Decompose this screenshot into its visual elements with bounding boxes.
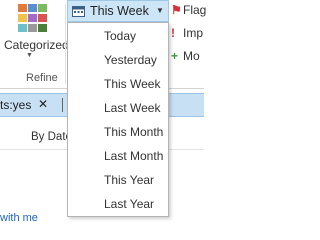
search-divider — [62, 98, 63, 112]
menu-item-label: This Year — [104, 173, 155, 187]
menu-item-label: Today — [104, 29, 137, 43]
menu-item-label: This Month — [104, 125, 164, 139]
chevron-down-icon: ▼ — [156, 6, 164, 15]
menu-item-label: Last Week — [104, 101, 161, 115]
more-button[interactable]: + Mo — [171, 49, 200, 65]
menu-item-this-year[interactable]: This Year — [68, 168, 168, 192]
menu-item-label: This Week — [104, 77, 161, 91]
plus-icon: + — [171, 49, 179, 63]
more-label: Mo — [183, 49, 200, 63]
categorized-dropdown-arrow-icon[interactable]: ▼ — [26, 52, 33, 59]
menu-item-label: Yesterday — [104, 53, 157, 67]
calendar-icon — [72, 6, 85, 17]
this-week-dropdown-button[interactable]: This Week ▼ — [67, 0, 169, 22]
search-input[interactable]: ts:yes — [0, 98, 31, 112]
menu-item-this-week[interactable]: This Week — [68, 72, 168, 96]
sort-by-date-header[interactable]: By Date — [31, 131, 72, 143]
menu-item-yesterday[interactable]: Yesterday — [68, 48, 168, 72]
menu-item-last-week[interactable]: Last Week — [68, 96, 168, 120]
important-label: Imp — [183, 26, 204, 40]
menu-item-label: Last Month — [104, 149, 164, 163]
categorized-icon[interactable] — [18, 4, 48, 32]
flag-button[interactable]: ⚑Flag — [171, 3, 206, 19]
flag-label: Flag — [183, 3, 207, 17]
group-divider — [65, 4, 66, 84]
menu-item-today[interactable]: Today — [68, 24, 168, 48]
flag-icon: ⚑ — [171, 3, 182, 17]
close-icon[interactable]: ✕ — [38, 97, 48, 111]
menu-item-last-year[interactable]: Last Year — [68, 192, 168, 216]
categorized-button[interactable]: Categorized — [4, 38, 69, 52]
refine-group-label: Refine — [26, 72, 58, 84]
menu-item-last-month[interactable]: Last Month — [68, 144, 168, 168]
shared-with-me-link[interactable]: with me — [0, 212, 38, 224]
menu-item-this-month[interactable]: This Month — [68, 120, 168, 144]
menu-item-label: Last Year — [104, 197, 155, 211]
this-week-label: This Week — [90, 4, 149, 18]
date-filter-menu: Today Yesterday This Week Last Week This… — [67, 22, 169, 217]
important-icon: ! — [171, 26, 175, 40]
important-button[interactable]: ! Imp — [171, 26, 203, 42]
